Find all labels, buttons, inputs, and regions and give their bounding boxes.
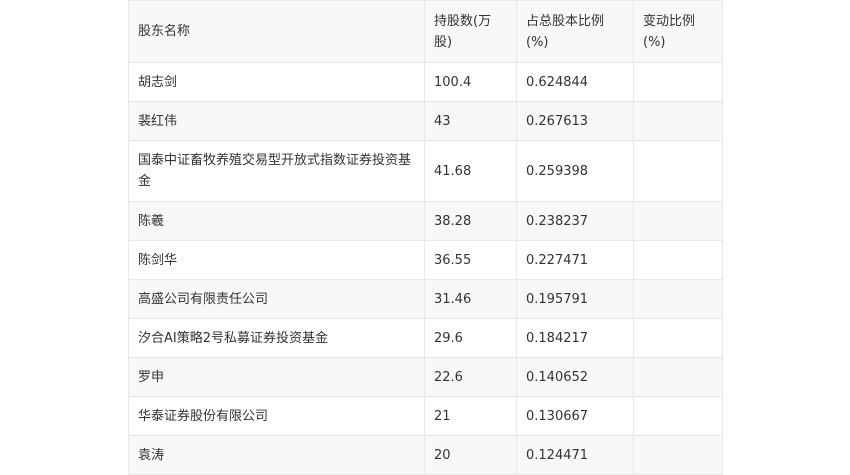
cell-shareholder-name: 汐合AI策略2号私募证券投资基金 (128, 318, 425, 358)
table-row: 高盛公司有限责任公司 31.46 0.195791 (128, 279, 723, 319)
cell-shareholder-name: 高盛公司有限责任公司 (128, 279, 425, 319)
table-row: 裴红伟 43 0.267613 (128, 101, 723, 141)
table-row: 汐合AI策略2号私募证券投资基金 29.6 0.184217 (128, 318, 723, 358)
table-row: 罗申 22.6 0.140652 (128, 357, 723, 397)
table-row: 国泰中证畜牧养殖交易型开放式指数证券投资基金 41.68 0.259398 (128, 140, 723, 202)
table-row: 胡志剑 100.4 0.624844 (128, 62, 723, 102)
cell-change-ratio (633, 396, 723, 436)
cell-change-ratio (633, 201, 723, 241)
table-header: 股东名称 持股数(万股) 占总股本比例(%) 变动比例(%) (128, 0, 723, 63)
header-row: 股东名称 持股数(万股) 占总股本比例(%) 变动比例(%) (128, 0, 723, 63)
cell-change-ratio (633, 240, 723, 280)
cell-shares-held: 22.6 (424, 357, 517, 397)
cell-share-ratio: 0.624844 (516, 62, 634, 102)
cell-change-ratio (633, 140, 723, 202)
shareholder-table: 股东名称 持股数(万股) 占总股本比例(%) 变动比例(%) 胡志剑 100.4… (128, 0, 723, 475)
cell-share-ratio: 0.259398 (516, 140, 634, 202)
cell-shareholder-name: 胡志剑 (128, 62, 425, 102)
cell-change-ratio (633, 279, 723, 319)
cell-share-ratio: 0.124471 (516, 435, 634, 475)
cell-share-ratio: 0.184217 (516, 318, 634, 358)
cell-share-ratio: 0.238237 (516, 201, 634, 241)
header-shares-held: 持股数(万股) (424, 0, 517, 63)
cell-shares-held: 36.55 (424, 240, 517, 280)
cell-change-ratio (633, 357, 723, 397)
table-row: 陈羲 38.28 0.238237 (128, 201, 723, 241)
cell-change-ratio (633, 435, 723, 475)
cell-shares-held: 100.4 (424, 62, 517, 102)
cell-share-ratio: 0.267613 (516, 101, 634, 141)
table-row: 陈剑华 36.55 0.227471 (128, 240, 723, 280)
table-row: 华泰证券股份有限公司 21 0.130667 (128, 396, 723, 436)
cell-shares-held: 29.6 (424, 318, 517, 358)
header-share-ratio: 占总股本比例(%) (516, 0, 634, 63)
table-body: 胡志剑 100.4 0.624844 裴红伟 43 0.267613 国泰中证畜… (128, 62, 723, 475)
cell-shareholder-name: 陈剑华 (128, 240, 425, 280)
cell-shares-held: 20 (424, 435, 517, 475)
cell-shares-held: 43 (424, 101, 517, 141)
cell-shares-held: 31.46 (424, 279, 517, 319)
cell-shares-held: 21 (424, 396, 517, 436)
header-change-ratio: 变动比例(%) (633, 0, 723, 63)
cell-change-ratio (633, 62, 723, 102)
cell-shareholder-name: 陈羲 (128, 201, 425, 241)
cell-change-ratio (633, 318, 723, 358)
cell-shareholder-name: 罗申 (128, 357, 425, 397)
cell-share-ratio: 0.195791 (516, 279, 634, 319)
header-shareholder-name: 股东名称 (128, 0, 425, 63)
cell-change-ratio (633, 101, 723, 141)
table-row: 袁涛 20 0.124471 (128, 435, 723, 475)
cell-share-ratio: 0.140652 (516, 357, 634, 397)
cell-share-ratio: 0.227471 (516, 240, 634, 280)
cell-shareholder-name: 国泰中证畜牧养殖交易型开放式指数证券投资基金 (128, 140, 425, 202)
cell-shareholder-name: 华泰证券股份有限公司 (128, 396, 425, 436)
shareholder-table-container: 股东名称 持股数(万股) 占总股本比例(%) 变动比例(%) 胡志剑 100.4… (128, 0, 723, 475)
cell-shareholder-name: 袁涛 (128, 435, 425, 475)
cell-shares-held: 41.68 (424, 140, 517, 202)
cell-shares-held: 38.28 (424, 201, 517, 241)
cell-shareholder-name: 裴红伟 (128, 101, 425, 141)
cell-share-ratio: 0.130667 (516, 396, 634, 436)
